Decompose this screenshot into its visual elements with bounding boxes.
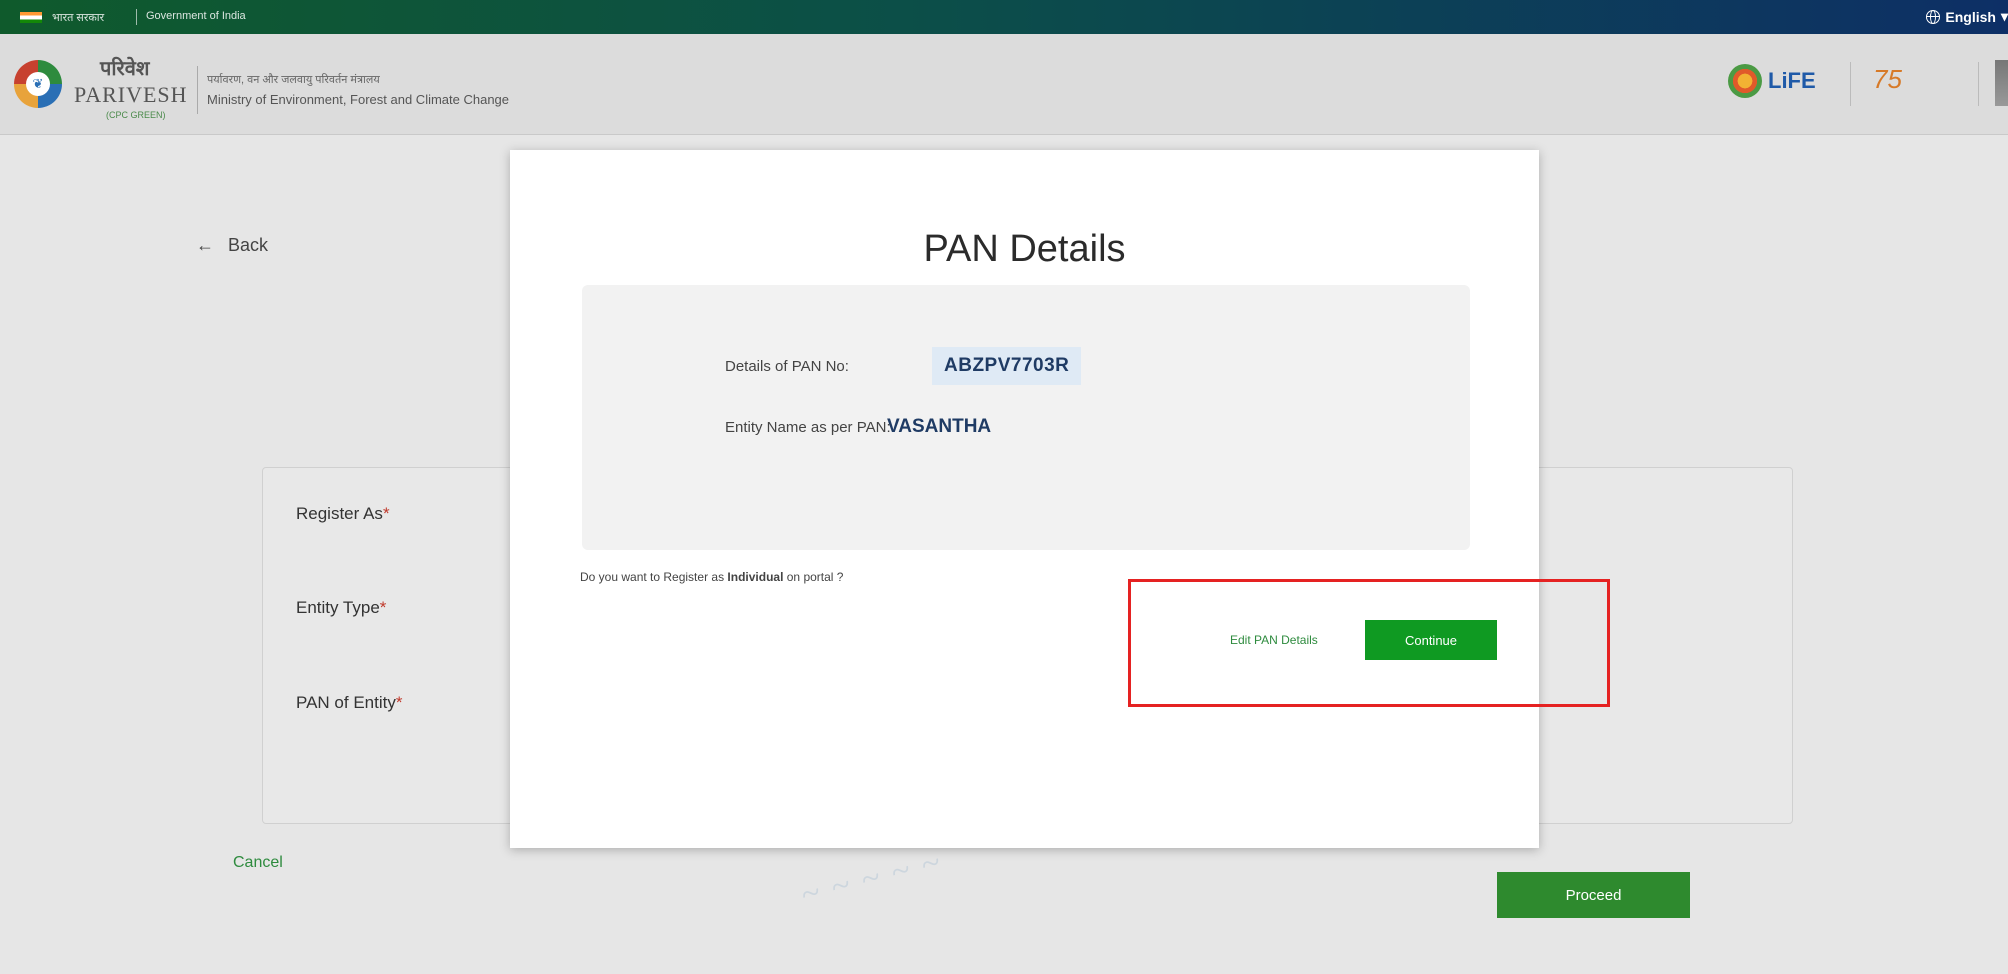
pan-number-label: Details of PAN No: <box>725 358 849 375</box>
language-selector[interactable]: English ▾ <box>1926 8 2008 25</box>
arrow-left-icon: ← <box>196 235 214 255</box>
pan-number-value: ABZPV7703R <box>932 347 1082 385</box>
gov-english-label: Government of India <box>146 10 246 22</box>
gov-separator <box>136 9 137 25</box>
modal-title: PAN Details <box>923 228 1126 270</box>
pan-details-box: Details of PAN No: ABZPV7703R Entity Nam… <box>582 285 1470 550</box>
life-mark-icon <box>1728 64 1762 98</box>
proceed-button[interactable]: Proceed <box>1497 872 1690 918</box>
gov-hindi-label: भारत सरकार <box>52 12 105 24</box>
brand-hindi: परिवेश <box>100 58 150 80</box>
highlight-annotation-box <box>1128 579 1610 707</box>
pan-of-entity-label: PAN of Entity* <box>296 693 403 712</box>
cancel-link[interactable]: Cancel <box>233 854 283 872</box>
entity-type-label: Entity Type* <box>296 598 387 617</box>
back-label: Back <box>228 235 269 255</box>
brand-divider <box>197 66 198 114</box>
national-emblem-icon <box>1995 60 2008 106</box>
register-individual-question: Do you want to Register as Individual on… <box>580 570 844 584</box>
ministry-english: Ministry of Environment, Forest and Clim… <box>207 92 510 107</box>
language-label: English <box>1945 8 1996 25</box>
entity-name-label: Entity Name as per PAN: <box>725 419 891 436</box>
ministry-hindi: पर्यावरण, वन और जलवायु परिवर्तन मंत्रालय <box>207 74 380 86</box>
logo-separator <box>1850 62 1851 106</box>
government-bar: भारत सरकार Government of India English ▾ <box>0 0 2008 34</box>
azadi-ka-amrit-mahotsav-logo-icon: 75 <box>1873 64 1902 94</box>
watermark-emblem-icon: ~ ~ ~ ~ ~ <box>797 843 947 914</box>
brand-english: PARIVESH <box>74 82 188 107</box>
register-as-label: Register As* <box>296 504 390 523</box>
life-logo-text: LiFE <box>1768 68 1816 93</box>
emblem-icon: ❦ <box>26 72 50 96</box>
logo-separator <box>1978 62 1979 106</box>
back-link[interactable]: ← Back <box>196 235 268 256</box>
site-header: ❦ परिवेश PARIVESH (CPC GREEN) पर्यावरण, … <box>0 34 2008 135</box>
parivesh-logo-icon[interactable]: ❦ <box>14 60 62 108</box>
entity-name-value: VASANTHA <box>887 416 992 437</box>
life-logo[interactable]: LiFE <box>1728 64 1816 98</box>
brand-subtitle: (CPC GREEN) <box>106 110 166 120</box>
pan-details-modal: PAN Details Details of PAN No: ABZPV7703… <box>510 150 1539 848</box>
india-flag-icon <box>20 12 42 23</box>
chevron-down-icon: ▾ <box>2000 8 2008 24</box>
globe-icon <box>1926 9 1941 24</box>
